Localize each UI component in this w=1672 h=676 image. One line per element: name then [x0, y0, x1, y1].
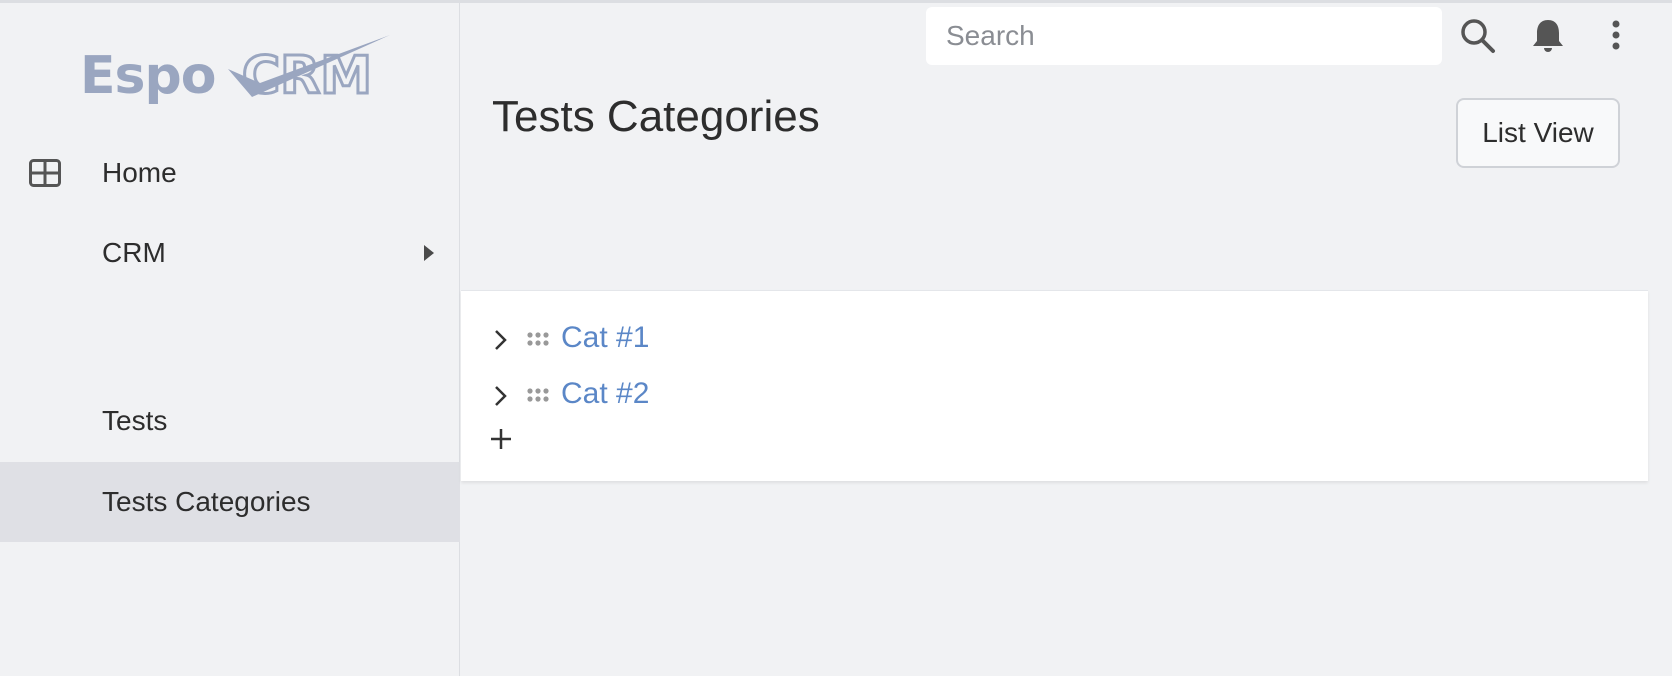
drag-handle-icon[interactable] — [526, 330, 550, 348]
vertical-dots-icon[interactable] — [1596, 16, 1636, 56]
sidebar-item-label: CRM — [102, 237, 166, 268]
sidebar-item-label: Tests Categories — [102, 486, 311, 517]
sidebar-item-label: Tests — [102, 405, 168, 436]
plus-icon[interactable] — [489, 427, 513, 451]
svg-text:Espo: Espo — [80, 46, 215, 106]
sidebar-item-label: Home — [102, 157, 177, 188]
tree-item: Cat #2 — [461, 369, 1648, 421]
page-title: Tests Categories — [492, 92, 820, 141]
chevron-right-icon[interactable] — [489, 383, 511, 409]
tree-panel: Cat #1 Cat #2 — [461, 290, 1648, 481]
chevron-right-icon[interactable] — [489, 327, 511, 353]
list-view-button[interactable]: List View — [1456, 98, 1620, 168]
grid-icon — [29, 159, 61, 187]
search-input[interactable] — [926, 7, 1442, 65]
caret-right-icon — [424, 245, 434, 261]
sidebar-item-crm[interactable]: CRM — [0, 213, 460, 293]
tree-item-link[interactable]: Cat #1 — [561, 321, 649, 355]
sidebar: Espo CRM Home CRM Tests Tests Categories — [0, 3, 460, 676]
sidebar-item-home[interactable]: Home — [0, 133, 460, 213]
tree-item-link[interactable]: Cat #2 — [561, 377, 649, 411]
sidebar-item-tests[interactable]: Tests — [0, 381, 460, 461]
sidebar-item-tests-categories[interactable]: Tests Categories — [0, 462, 460, 542]
search-icon[interactable] — [1458, 16, 1498, 56]
tree-item: Cat #1 — [461, 313, 1648, 365]
drag-handle-icon[interactable] — [526, 386, 550, 404]
svg-text:CRM: CRM — [242, 46, 372, 106]
espocrm-logo[interactable]: Espo CRM — [80, 33, 392, 109]
bell-icon[interactable] — [1528, 16, 1568, 56]
